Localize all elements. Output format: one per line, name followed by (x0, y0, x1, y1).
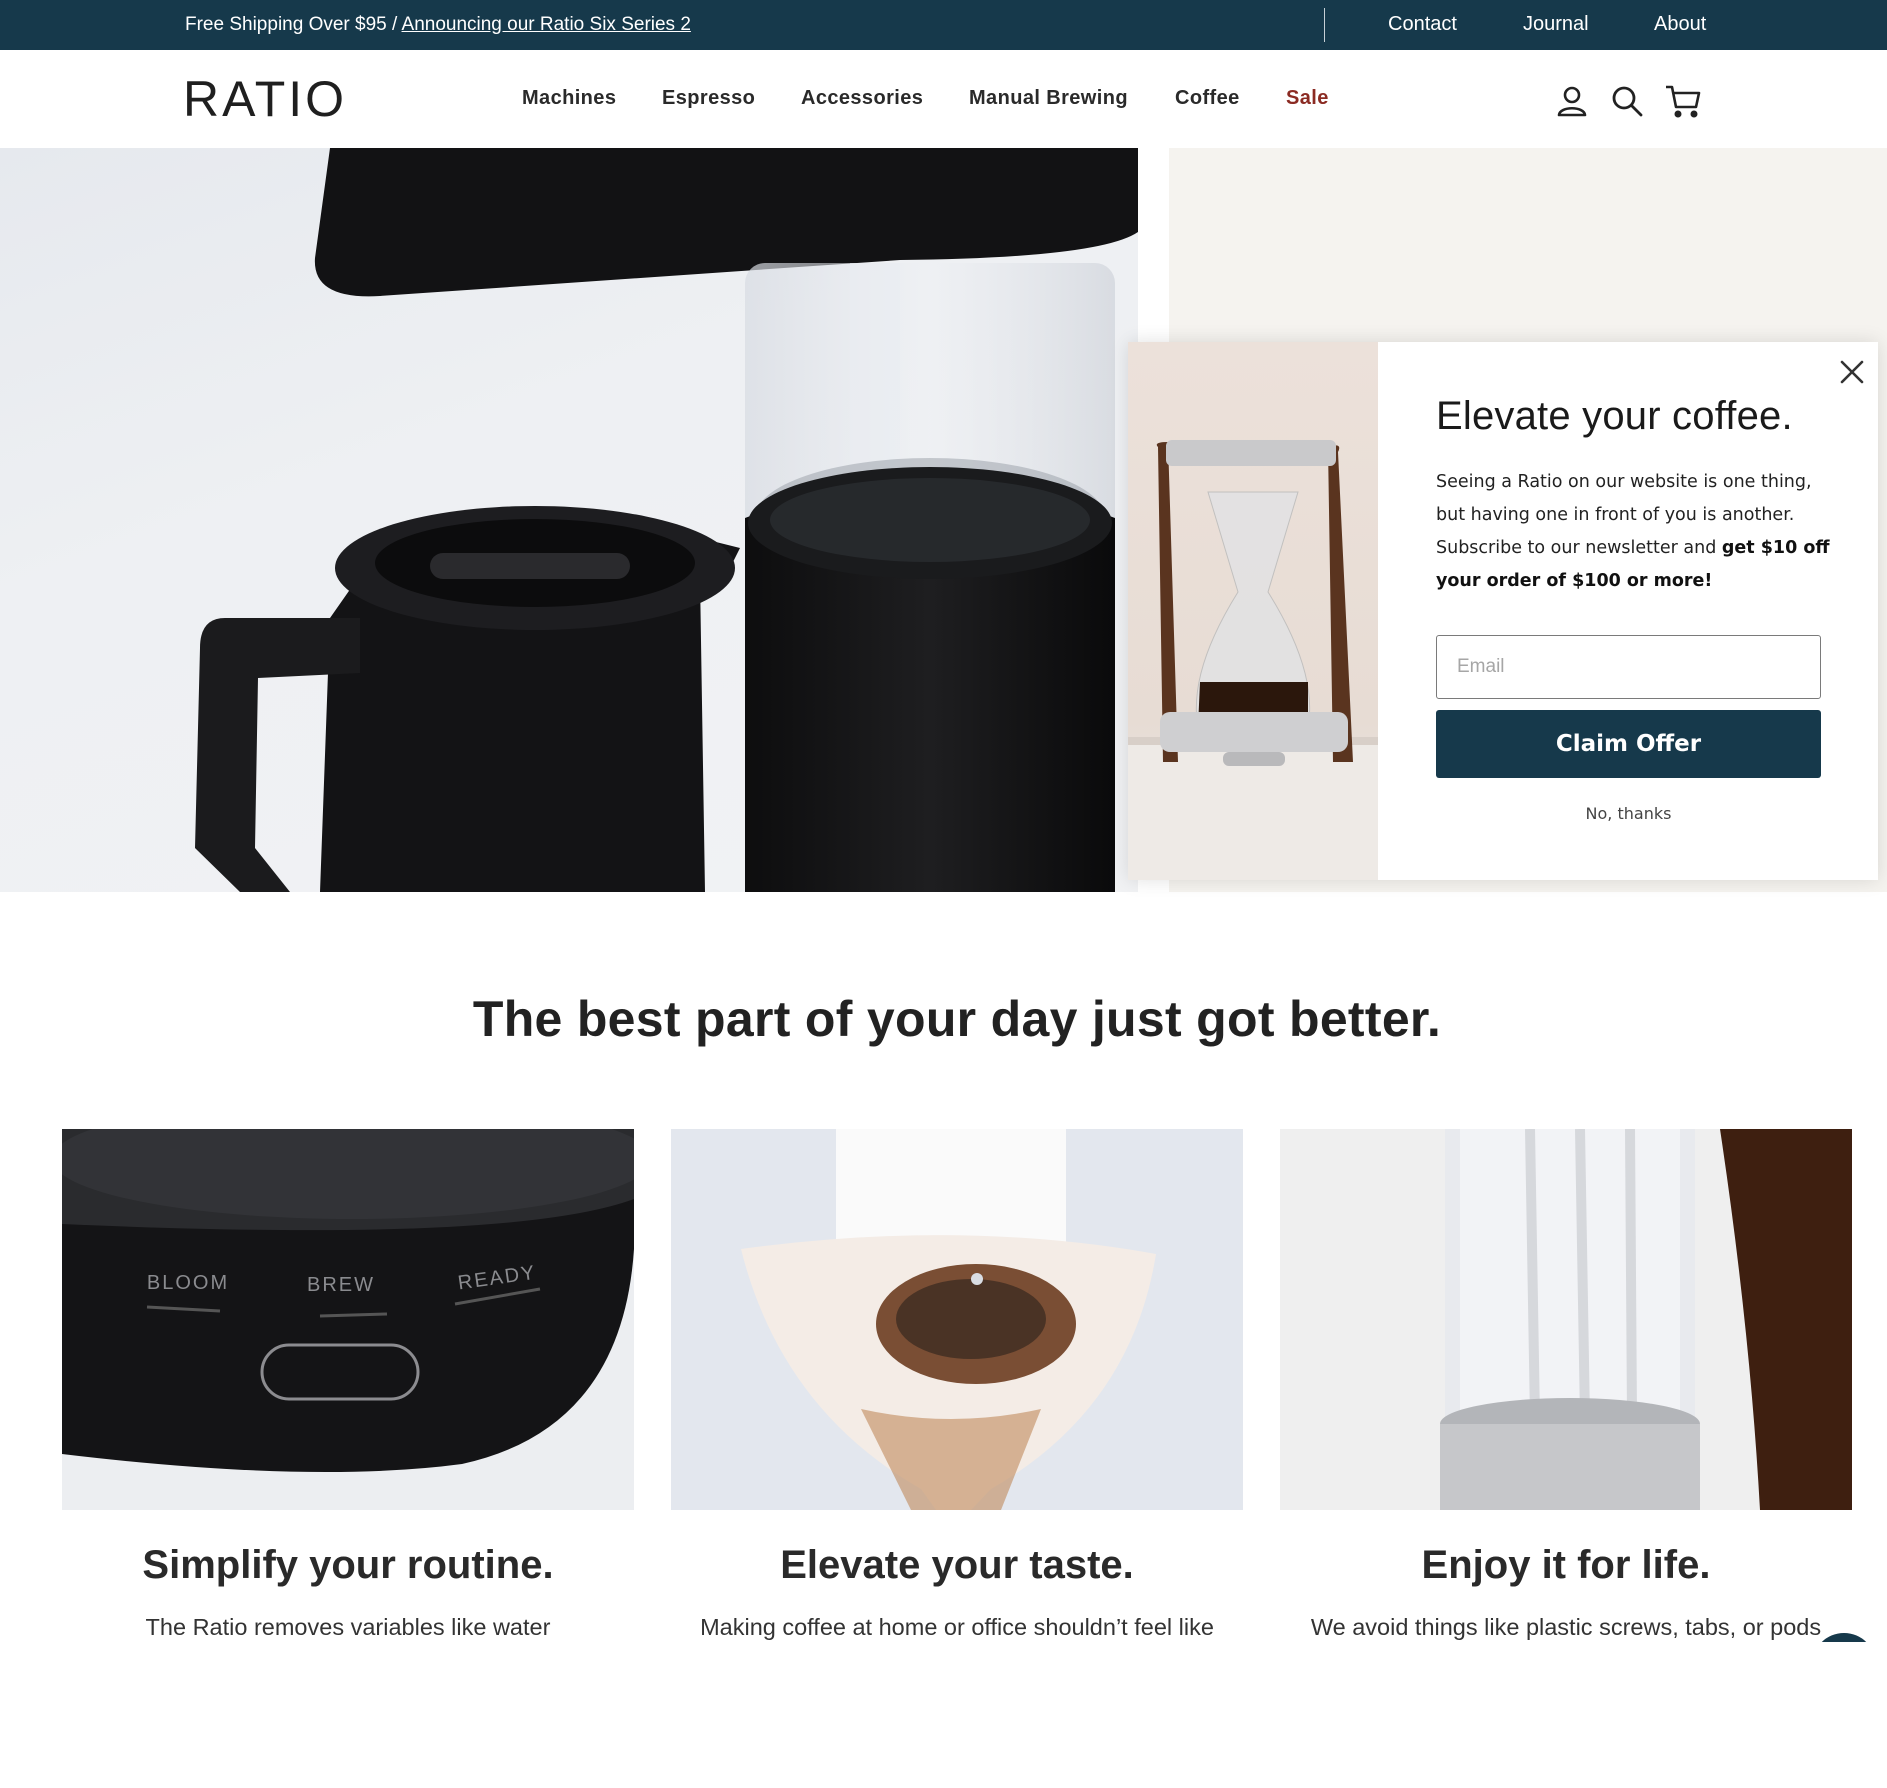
newsletter-popup: Elevate your coffee. Seeing a Ratio on o… (1128, 342, 1878, 880)
bloom-label: BLOOM (147, 1272, 229, 1294)
hero-image (0, 148, 1138, 892)
hero-coffee-machine-illustration (195, 148, 1138, 892)
nav-machines[interactable]: Machines (522, 87, 616, 110)
feature-desc-routine: The Ratio removes variables like water (145, 1614, 551, 1640)
feature-desc-taste: Making coffee at home or office shouldn’… (700, 1614, 1214, 1640)
section-title: The best part of your day just got bette… (472, 991, 1442, 1047)
account-icon[interactable] (1554, 83, 1590, 119)
announcement-divider (1324, 8, 1325, 42)
cart-icon[interactable] (1664, 83, 1701, 119)
popup-title: Elevate your coffee. (1436, 394, 1793, 438)
nav-espresso[interactable]: Espresso (662, 87, 755, 110)
no-thanks-link[interactable]: No, thanks (1436, 804, 1821, 823)
journal-link[interactable]: Journal (1523, 13, 1589, 36)
control-panel-illustration: BLOOM BREW READY (62, 1129, 634, 1472)
close-icon[interactable] (1834, 354, 1870, 390)
nav-coffee[interactable]: Coffee (1175, 87, 1240, 110)
popup-body: Seeing a Ratio on our website is one thi… (1436, 466, 1846, 598)
nav-manual-brewing[interactable]: Manual Brewing (969, 87, 1128, 110)
site-header: RATIO Machines Espresso Accessories Manu… (0, 50, 1887, 148)
page-bottom-whitespace (0, 1642, 1887, 1788)
announcement-link[interactable]: Announcing our Ratio Six Series 2 (402, 14, 691, 35)
feature-image-controls: BLOOM BREW READY (62, 1129, 634, 1510)
nav-sale[interactable]: Sale (1286, 87, 1329, 110)
popup-image (1128, 342, 1378, 880)
about-link[interactable]: About (1654, 13, 1706, 36)
shipping-text: Free Shipping Over $95 / (185, 14, 402, 35)
feature-image-glass (1280, 1129, 1852, 1510)
filter-pour-illustration (671, 1129, 1243, 1510)
search-icon[interactable] (1609, 83, 1645, 119)
popup-coffee-maker-illustration (1128, 440, 1378, 880)
feature-title-taste: Elevate your taste. (780, 1543, 1134, 1587)
feature-title-routine: Simplify your routine. (142, 1543, 554, 1587)
feature-title-life: Enjoy it for life. (1421, 1543, 1711, 1587)
contact-link[interactable]: Contact (1388, 13, 1457, 36)
announcement-bar: Free Shipping Over $95 / Announcing our … (0, 0, 1887, 50)
brew-label: BREW (307, 1274, 375, 1296)
feature-desc-life: We avoid things like plastic screws, tab… (1310, 1614, 1822, 1640)
ratio-logo[interactable]: RATIO (183, 73, 347, 125)
claim-offer-button[interactable]: Claim Offer (1436, 710, 1821, 778)
feature-image-filter (671, 1129, 1243, 1510)
nav-accessories[interactable]: Accessories (801, 87, 923, 110)
glass-chamber-illustration (1280, 1129, 1852, 1510)
announcement-text: Free Shipping Over $95 / Announcing our … (185, 14, 691, 36)
email-input[interactable] (1436, 635, 1821, 699)
